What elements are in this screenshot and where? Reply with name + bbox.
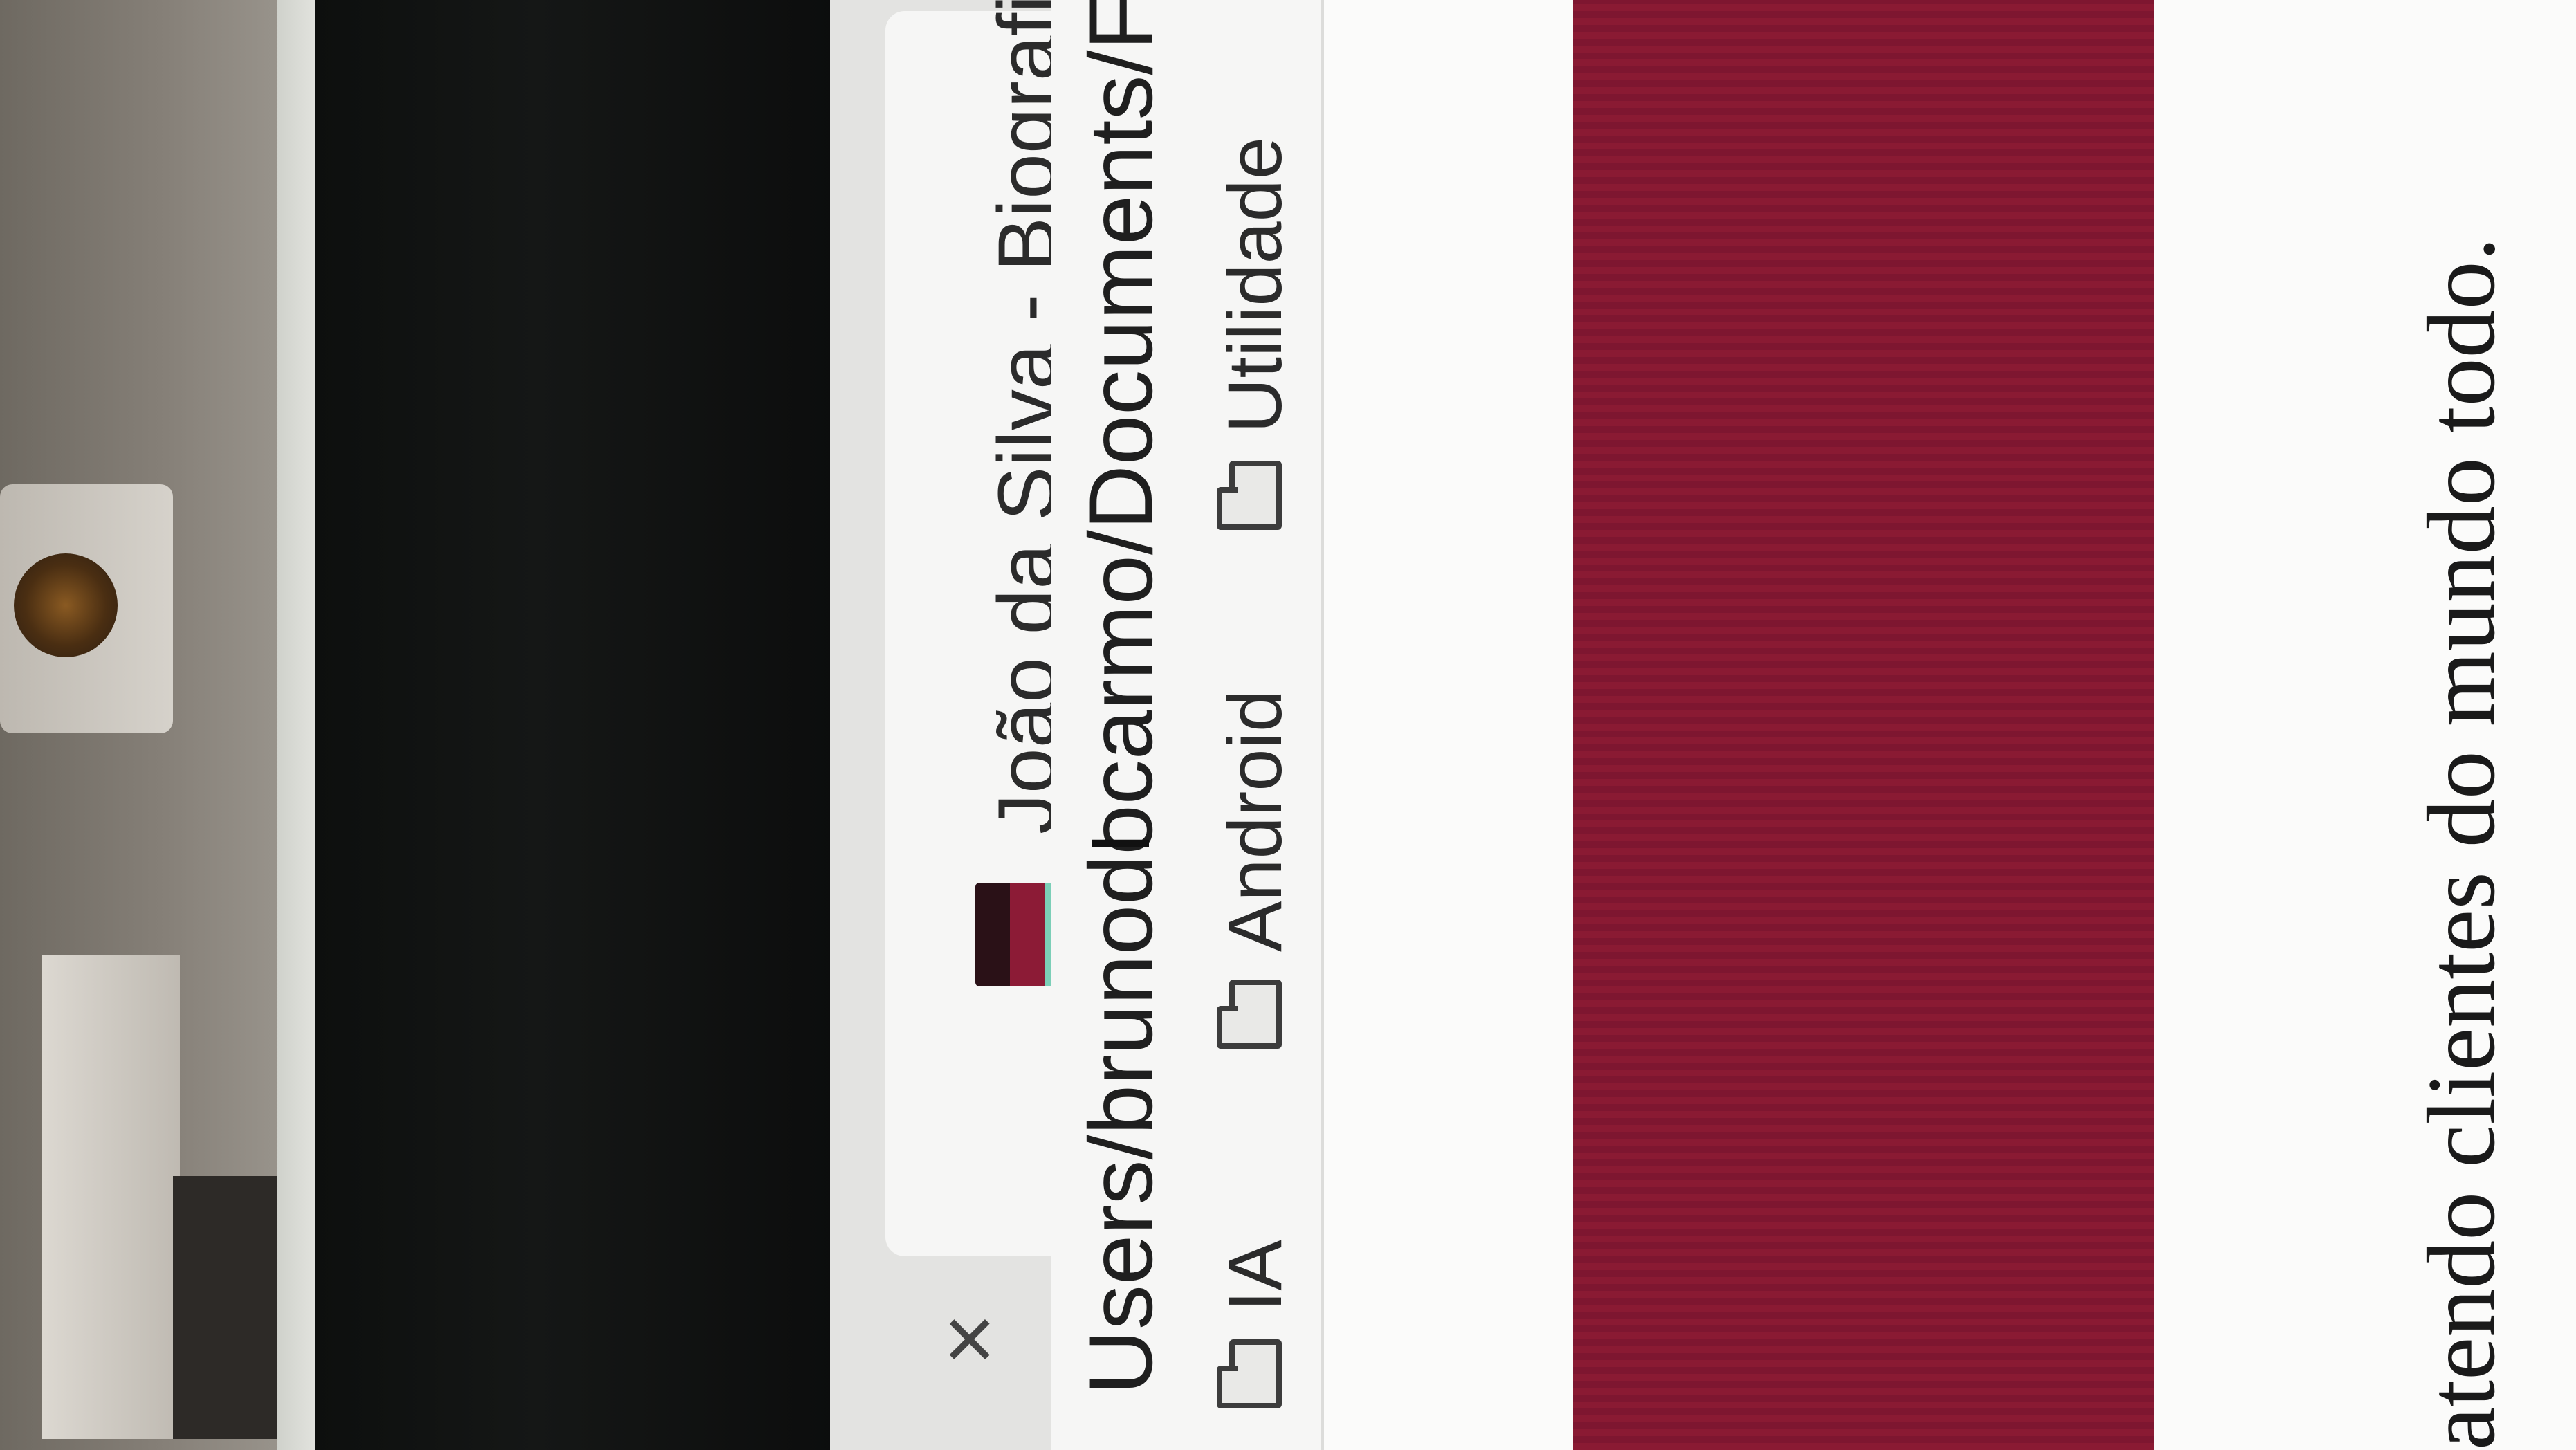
room-background [0,0,291,1450]
bookmark-label: Android [1213,689,1298,952]
body-text: atendo clientes do mundo todo. [2408,237,2515,1450]
folder-icon [1229,461,1282,530]
monitor-bezel [315,0,868,1450]
page-content: atendo clientes do mundo todo. [1324,0,2576,1450]
background-object-dark [173,1176,284,1439]
active-tab[interactable]: João da Silva - Biografia [885,0,1079,1256]
bookmark-utilidade[interactable]: Utilidade [1207,137,1304,530]
tab-strip: × João da Silva - Biografia [830,0,1079,1450]
bookmark-android[interactable]: Android [1207,690,1304,1049]
browser-window: × João da Silva - Biografia Users/brunod… [830,0,2576,1450]
background-object [42,955,180,1439]
hero-banner [1573,0,2154,1450]
url-text[interactable]: Users/brunodocarmo/Documents/F [1051,0,1190,1395]
bookmark-ia[interactable]: IA [1207,1240,1304,1408]
speaker-cone [14,553,118,657]
bookmarks-bar: IA Android Utilidade [1190,0,1324,1450]
folder-icon [1229,1339,1282,1408]
monitor-screen: × João da Silva - Biografia Users/brunod… [830,0,2576,1450]
photo-scene: × João da Silva - Biografia Users/brunod… [0,0,2576,1450]
close-tab-icon[interactable]: × [913,1284,1024,1395]
address-bar[interactable]: Users/brunodocarmo/Documents/F I [1051,0,1190,1450]
folder-icon [1229,980,1282,1049]
text-cursor-icon: I [1074,832,1167,855]
bookmark-label: IA [1213,1240,1298,1312]
bookmark-label: Utilidade [1213,136,1298,433]
